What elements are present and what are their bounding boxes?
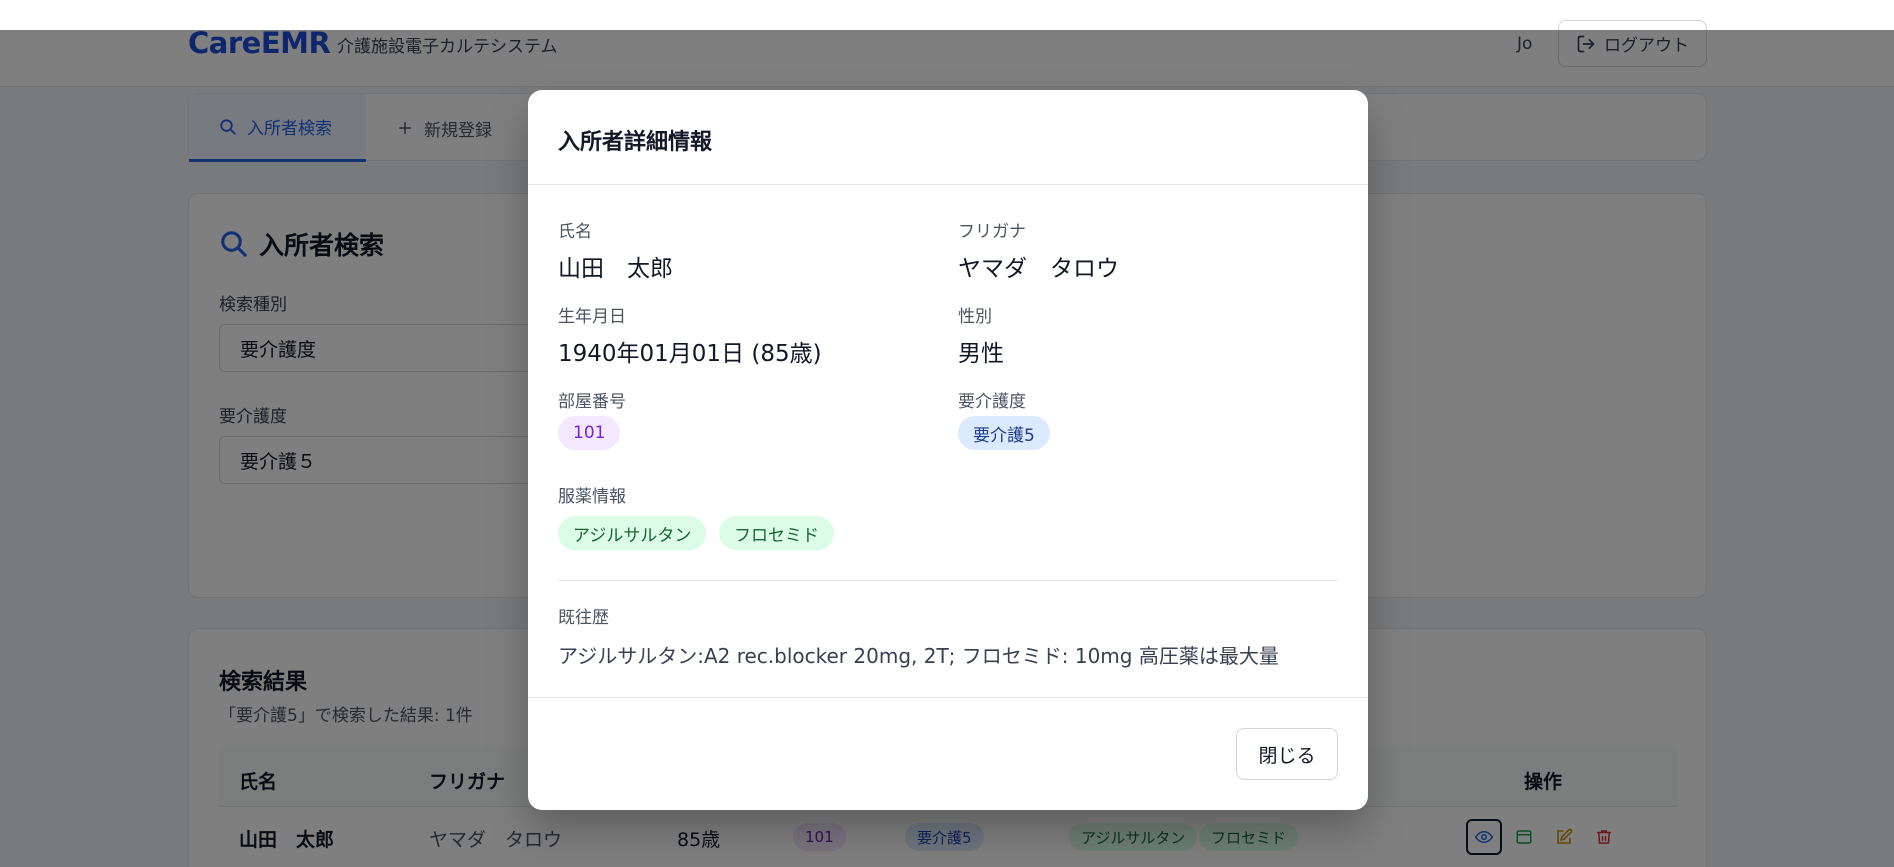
modal-header: 入所者詳細情報 <box>528 90 1368 185</box>
resident-detail-modal: 入所者詳細情報 氏名 山田 太郎 フリガナ ヤマダ タロウ 生年月日 1940年… <box>528 90 1368 810</box>
room-label: 部屋番号 <box>558 392 626 412</box>
medication-badge: フロセミド <box>719 516 834 550</box>
gender-value: 男性 <box>958 341 1004 367</box>
section-divider <box>558 580 1338 581</box>
medication-badge: アジルサルタン <box>558 516 707 550</box>
name-label: 氏名 <box>558 222 592 242</box>
care-level-badge: 要介護5 <box>958 416 1050 450</box>
room-badge: 101 <box>558 416 621 450</box>
modal-footer: 閉じる <box>528 697 1368 810</box>
dob-label: 生年月日 <box>558 307 626 327</box>
dob-value: 1940年01月01日 (85歳) <box>558 341 822 367</box>
furigana-label: フリガナ <box>958 222 1026 242</box>
close-button[interactable]: 閉じる <box>1236 728 1338 780</box>
gender-label: 性別 <box>958 307 992 327</box>
history-value: アジルサルタン:A2 rec.blocker 20mg, 2T; フロセミド: … <box>558 644 1279 668</box>
modal-title: 入所者詳細情報 <box>558 130 713 155</box>
history-label: 既往歴 <box>558 608 609 628</box>
medication-label: 服薬情報 <box>558 487 626 507</box>
name-value: 山田 太郎 <box>558 256 673 282</box>
furigana-value: ヤマダ タロウ <box>958 256 1119 282</box>
care-level-label: 要介護度 <box>958 392 1026 412</box>
